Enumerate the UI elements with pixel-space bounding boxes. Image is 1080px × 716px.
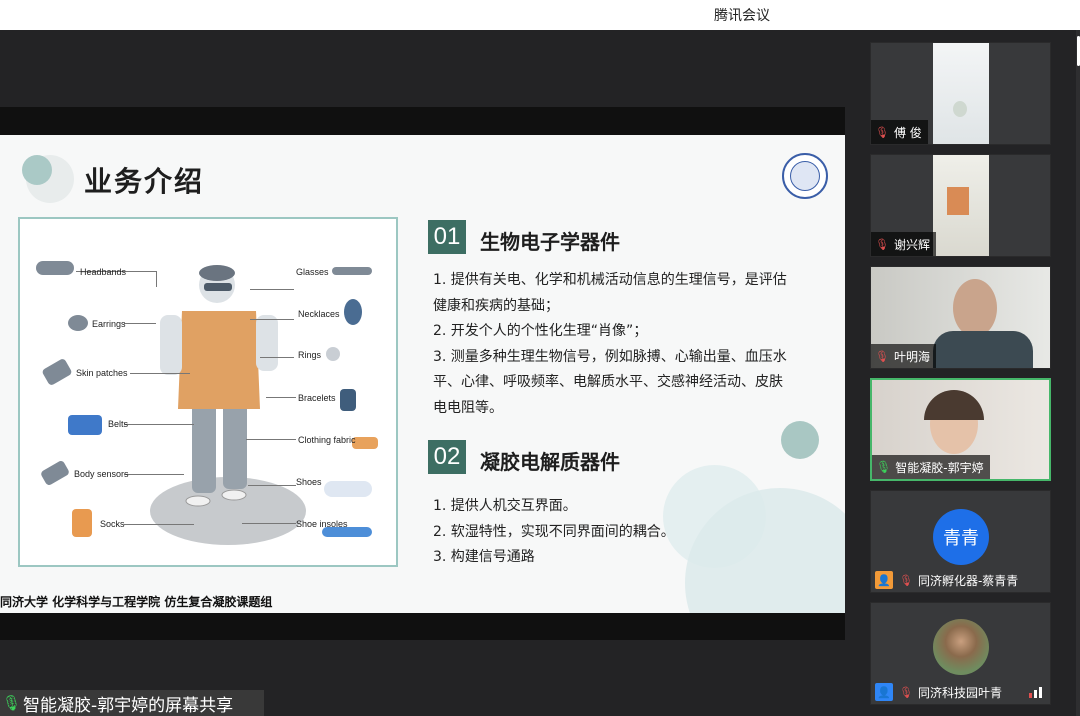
title-bar: 腾讯会议 [0, 0, 1080, 30]
participant-tile[interactable]: 🎙 傅 俊 [870, 42, 1051, 145]
figure-label: Shoes [296, 477, 322, 487]
wearables-figure: Headbands Earrings Skin patches Belts Bo… [18, 217, 398, 567]
participant-name: 同济孵化器-蔡青青 [917, 573, 1019, 588]
body-line: 2. 开发个人的个性化生理“肖像”； [433, 323, 648, 339]
mic-muted-icon: 🎙 [875, 237, 889, 251]
figure-label: Skin patches [76, 368, 128, 378]
section-number: 01 [428, 220, 466, 254]
participant-name-bar: 🎙 傅 俊 [871, 120, 928, 144]
video-feed [933, 43, 989, 144]
university-logo [782, 153, 828, 199]
belt-icon [68, 415, 102, 435]
figure-label: Belts [108, 419, 129, 429]
screen-share-banner[interactable]: 🎙 智能凝胶-郭宇婷的屏幕共享 [0, 690, 264, 716]
participant-tile[interactable]: 🎙 谢兴辉 [870, 154, 1051, 257]
video-feed-detail [933, 331, 1033, 368]
video-feed-detail [947, 187, 969, 215]
ring-icon [326, 347, 340, 361]
figure-label: Bracelets [298, 393, 336, 403]
earring-icon [68, 315, 88, 331]
body-line: 3. 构建信号通路 [433, 549, 535, 565]
avatar [933, 619, 989, 675]
body-line: 健康和疾病的基础； [433, 297, 559, 314]
share-banner-label: 智能凝胶-郭宇婷的屏幕共享 [23, 695, 234, 716]
mic-muted-icon: 🎙 [875, 125, 889, 139]
figure-label: Necklaces [298, 309, 340, 319]
participant-name: 叶明海 [893, 349, 930, 364]
deco-circle-small [781, 421, 819, 459]
participant-name-bar: 🎙 智能凝胶-郭宇婷 [872, 455, 990, 479]
figure-label: Shoe insoles [296, 519, 348, 529]
participant-tile[interactable]: 👤 🎙 同济科技园叶青 [870, 602, 1051, 705]
body-line: 2. 软湿特性，实现不同界面间的耦合。 [433, 523, 675, 540]
glasses-icon [332, 267, 372, 275]
mic-on-icon: 🎙 [876, 460, 892, 474]
figure-label: Earrings [92, 319, 126, 329]
bracelet-icon [340, 389, 356, 411]
figure-label: Socks [100, 519, 125, 529]
participant-tile-active-speaker[interactable]: 🎙 智能凝胶-郭宇婷 [870, 378, 1051, 481]
participant-name: 谢兴辉 [893, 237, 930, 252]
headband-icon [36, 261, 74, 275]
body-line: 1. 提供人机交互界面。 [433, 498, 577, 514]
participant-name: 智能凝胶-郭宇婷 [895, 460, 984, 475]
participant-name: 傅 俊 [893, 125, 922, 140]
body-line: 电电阻等。 [433, 399, 503, 416]
sock-icon [72, 509, 92, 537]
figure-label: Body sensors [74, 469, 129, 479]
shoe-icon [324, 481, 372, 497]
mic-muted-icon: 🎙 [899, 685, 913, 699]
title-deco-circle-front [22, 155, 52, 185]
avatar-initials: 青青 [943, 528, 979, 549]
section-body: 1. 提供人机交互界面。 2. 软湿特性，实现不同界面间的耦合。 3. 构建信号… [433, 494, 675, 571]
section-number: 02 [428, 440, 466, 474]
body-line: 1. 提供有关电、化学和机械活动信息的生理信号，是评估 [433, 272, 787, 288]
sidebar-scrollbar[interactable] [1076, 30, 1080, 716]
mic-on-icon: 🎙 [2, 694, 22, 712]
video-feed-detail [953, 101, 967, 117]
participant-name: 同济科技园叶青 [917, 685, 1002, 700]
section-title: 生物电子学器件 [480, 230, 620, 254]
signal-strength-icon [1029, 687, 1042, 698]
participant-tile[interactable]: 青青 👤 🎙 同济孵化器-蔡青青 [870, 490, 1051, 593]
video-feed-detail [953, 279, 997, 337]
section-body: 1. 提供有关电、化学和机械活动信息的生理信号，是评估 健康和疾病的基础； 2.… [433, 268, 787, 421]
slide-title: 业务介绍 [84, 165, 205, 198]
app-title: 腾讯会议 [714, 8, 770, 24]
mic-muted-icon: 🎙 [875, 349, 889, 363]
section-title: 凝胶电解质器件 [480, 450, 620, 474]
participant-name-bar: 🎙 谢兴辉 [871, 232, 936, 256]
participant-name-bar: 👤 🎙 同济科技园叶青 [871, 680, 1008, 704]
user-icon: 👤 [875, 571, 893, 589]
body-line: 3. 测量多种生理生物信号，例如脉搏、心输出量、血压水 [433, 348, 787, 365]
figure-label: Headbands [80, 267, 127, 277]
slide-footer: 同济大学 化学科学与工程学院 仿生复合凝胶课题组 [0, 595, 273, 609]
figure-label: Glasses [296, 267, 329, 277]
mic-muted-icon: 🎙 [899, 573, 913, 587]
avatar: 青青 [933, 509, 989, 565]
participant-tile[interactable]: 🎙 叶明海 [870, 266, 1051, 369]
user-icon: 👤 [875, 683, 893, 701]
figure-label: Rings [298, 350, 322, 360]
shared-slide: 业务介绍 Headbands Earrings Skin patches Bel… [0, 135, 845, 613]
body-line: 平、心律、呼吸频率、电解质水平、交感神经活动、皮肤 [433, 374, 783, 390]
necklace-icon [344, 299, 362, 325]
participant-name-bar: 🎙 叶明海 [871, 344, 936, 368]
figure-label: Clothing fabric [298, 435, 356, 445]
participant-name-bar: 👤 🎙 同济孵化器-蔡青青 [871, 568, 1024, 592]
